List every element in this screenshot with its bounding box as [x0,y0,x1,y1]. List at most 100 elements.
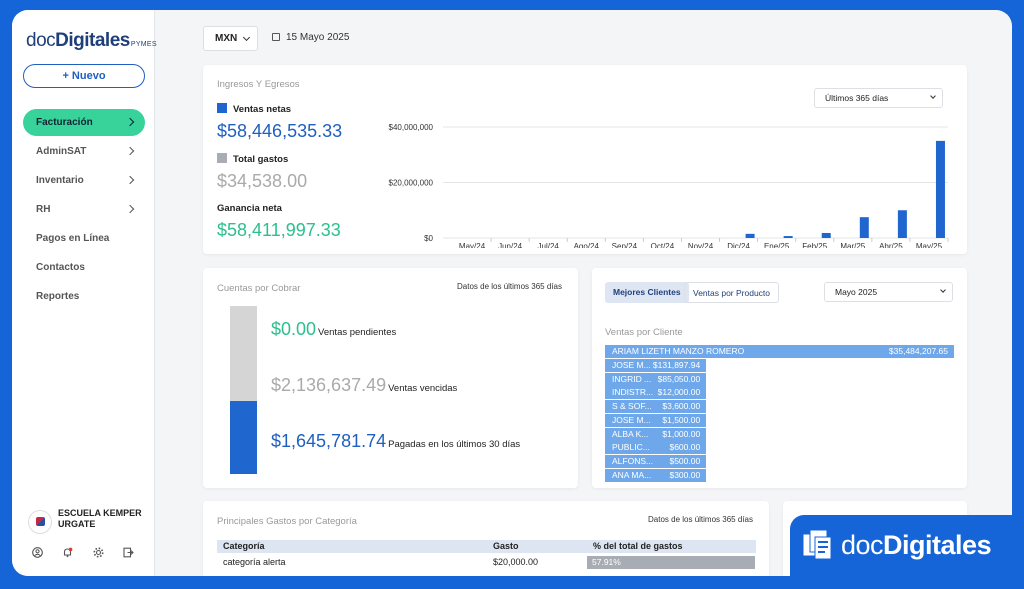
sidebar-item-contactos[interactable]: Contactos [23,254,145,281]
currency-select[interactable]: MXN [203,26,258,51]
new-button[interactable]: + Nuevo [23,64,145,88]
date-text: 15 Mayo 2025 [286,32,350,43]
column-header-percent: % del total de gastos [593,541,683,551]
sidebar-item-rh[interactable]: RH [23,196,145,223]
paid-row: $1,645,781.74 Pagadas en los últimos 30 d… [271,431,520,452]
list-item[interactable]: ALFONS... $500.00 [605,455,954,469]
client-bar: S & SOF... $3,600.00 [605,400,707,414]
card-note: Datos de los últimos 365 días [648,515,753,524]
total-expenses-value: $34,538.00 [217,171,308,191]
logout-icon[interactable] [123,547,134,558]
company-name: ESCUELA KEMPER URGATE [58,508,142,529]
client-bar-list: ARIAM LIZETH MANZO ROMERO $35,484,207.65 J… [605,345,954,483]
sidebar-item-pagos[interactable]: Pagos en Línea [23,225,145,252]
chevron-right-icon [125,204,135,214]
chevron-right-icon [125,175,135,185]
x-tick-label: May/25 [916,242,943,248]
chart-bar[interactable] [897,210,907,238]
sidebar-item-reportes[interactable]: Reportes [23,283,145,310]
card-title: Ingresos Y Egresos [217,79,300,90]
column-header-category: Categoría [223,541,265,551]
client-amount: $12,000.00 [657,387,701,398]
x-tick-label: Ene/25 [764,242,790,248]
list-item[interactable]: INGRID ... $85,050.00 [605,372,954,387]
gear-icon[interactable] [93,547,104,558]
x-tick-label: Ago/24 [574,242,600,248]
total-expenses-label: Total gastos [217,153,288,165]
client-bar: INGRID ... $85,050.00 [605,372,707,386]
list-item[interactable]: INDISTR... $12,000.00 [605,386,954,400]
chart-bar[interactable] [935,140,945,238]
list-item[interactable]: PUBLIC... $600.00 [605,441,954,455]
client-amount: $600.00 [669,442,701,453]
table-header: Categoría Gasto % del total de gastos [217,540,756,553]
client-bar: JOSE M... $1,500.00 [605,413,707,427]
client-name: INGRID ... [612,373,652,384]
y-tick-label: $20,000,000 [389,179,434,188]
client-amount: $131,897.94 [652,359,701,370]
list-item[interactable]: S & SOF... $3,600.00 [605,400,954,414]
card-subtitle: Ventas por Cliente [605,327,683,338]
client-bar: INDISTR... $12,000.00 [605,386,707,400]
app-logo[interactable]: docDigitalesPYMES [26,30,157,52]
sales-by-client-card: Mejores Clientes Ventas por Producto May… [592,268,967,488]
legend-swatch-gray [217,153,227,163]
sidebar-item-label: AdminSAT [36,146,87,157]
list-item[interactable]: JOSE M... $131,897.94 [605,358,954,373]
tab-best-clients[interactable]: Mejores Clientes [605,282,689,303]
client-amount: $1,500.00 [662,414,701,425]
receivables-stack-bar [230,306,257,474]
bell-icon[interactable] [62,547,73,558]
current-date: 15 Mayo 2025 [272,32,349,43]
app-frame: docDigitalesPYMES + Nuevo Facturación Ad… [12,10,1012,576]
client-bar: ANA MA... $300.00 [605,469,707,483]
client-bar: JOSE M... $131,897.94 [605,358,707,372]
sidebar-item-inventario[interactable]: Inventario [23,167,145,194]
expenses-category-card: Principales Gastos por Categoría Datos d… [203,501,769,576]
client-amount: $500.00 [669,456,701,467]
x-tick-label: Sep/24 [612,242,638,248]
client-bar: ALBA K... $1,000.00 [605,427,707,441]
sidebar-bottom-icons [32,547,142,559]
list-item[interactable]: ALBA K... $1,000.00 [605,427,954,442]
sidebar-item-label: RH [36,204,51,215]
client-name: ALFONS... [612,456,654,467]
card-title: Principales Gastos por Categoría [217,516,357,527]
list-item[interactable]: ANA MA... $300.00 [605,469,954,483]
documents-icon [802,529,832,560]
client-bar: ARIAM LIZETH MANZO ROMERO $35,484,207.65 [605,345,954,358]
chart-bar[interactable] [783,236,793,238]
list-item[interactable]: ARIAM LIZETH MANZO ROMERO $35,484,207.65 [605,345,954,359]
client-name: PUBLIC... [612,442,650,453]
client-name: JOSE M... [612,414,651,425]
sidebar-item-facturacion[interactable]: Facturación [23,109,145,136]
client-name: INDISTR... [612,387,654,398]
table-row[interactable]: categoría alerta $20,000.00 57.91% [217,553,756,571]
client-name: ANA MA... [612,470,652,481]
cell-category: categoría alerta [223,557,286,567]
x-tick-label: Feb/25 [802,242,827,248]
user-icon[interactable] [32,547,43,558]
net-sales-label: Ventas netas [217,103,291,115]
expenses-table: Categoría Gasto % del total de gastos ca… [217,540,756,571]
pending-row: $0.00 Ventas pendientes [271,319,396,340]
currency-value: MXN [215,33,238,44]
overdue-row: $2,136,637.49 Ventas vencidas [271,375,457,396]
income-expense-card: Ingresos Y Egresos Ventas netas $58,446,… [203,65,967,254]
badge-wordmark: docDigitales [841,530,992,560]
sidebar-item-adminsat[interactable]: AdminSAT [23,138,145,165]
client-amount: $1,000.00 [662,428,701,439]
chart-bar[interactable] [821,233,831,238]
y-tick-label: $0 [424,234,433,243]
legend-swatch-blue [217,103,227,113]
month-select[interactable]: Mayo 2025 [824,282,953,302]
x-tick-label: Mar/25 [840,242,865,248]
list-item[interactable]: JOSE M... $1,500.00 [605,413,954,428]
cell-amount: $20,000.00 [493,557,539,567]
pending-value: $0.00 [271,319,317,339]
chart-bar[interactable] [859,217,869,238]
chevron-down-icon [242,33,251,42]
chart-bar[interactable] [745,233,755,238]
tab-sales-by-product[interactable]: Ventas por Producto [684,282,780,303]
column-header-amount: Gasto [493,541,519,551]
